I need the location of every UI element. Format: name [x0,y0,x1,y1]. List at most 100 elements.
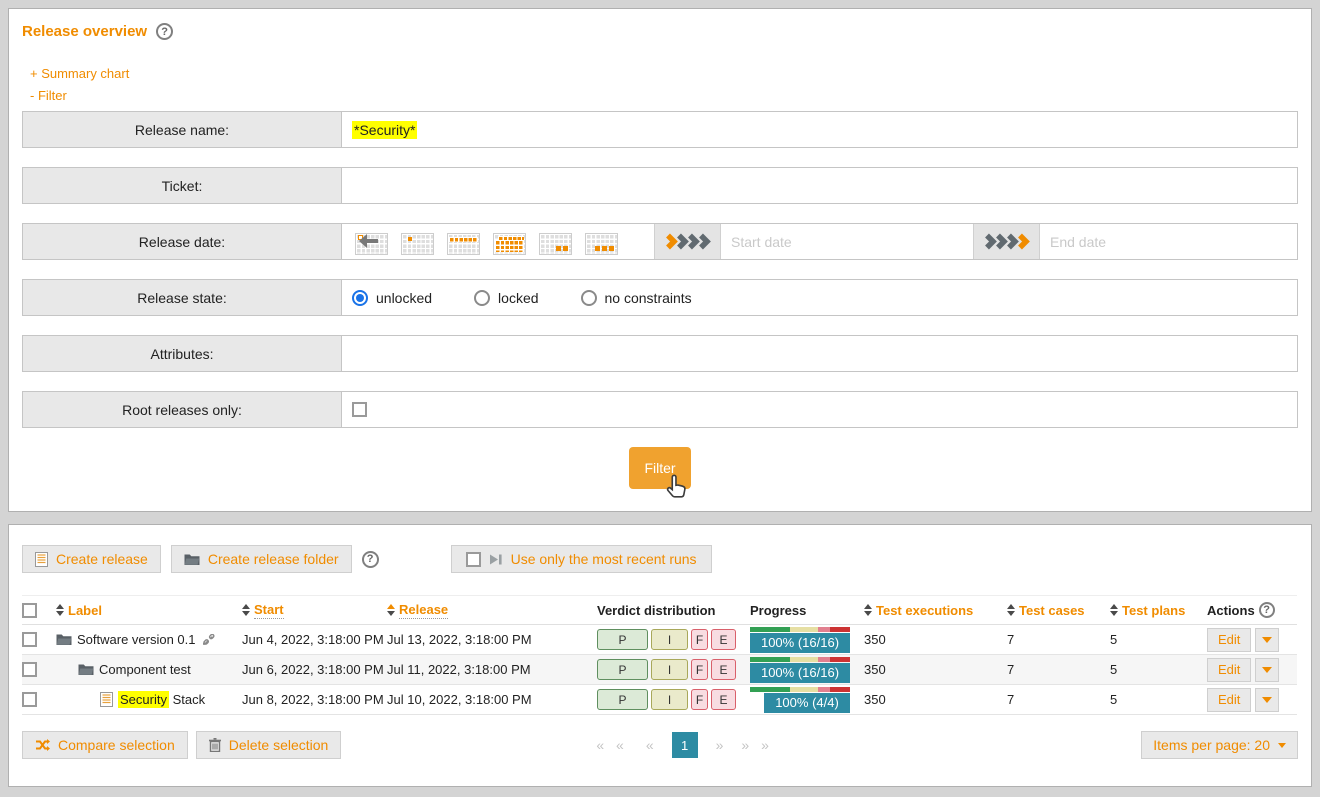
use-recent-runs-checkbox[interactable] [466,552,481,567]
sort-icon-active[interactable] [387,604,395,616]
verdict-error-button[interactable]: E [711,629,736,650]
edit-dropdown-button[interactable] [1255,688,1279,712]
create-release-label: Create release [56,551,148,567]
calendar-week-icon[interactable] [447,229,480,255]
column-header-executions[interactable]: Test executions [864,603,1007,618]
calendar-quarter-icon[interactable] [539,229,572,255]
pagination-current-page[interactable]: 1 [672,732,698,758]
verdict-failed-button[interactable]: F [691,629,708,650]
radio-unlocked[interactable]: unlocked [352,290,432,306]
select-all-checkbox[interactable] [22,603,37,618]
attributes-input[interactable] [342,336,1297,371]
root-releases-checkbox[interactable] [352,402,367,417]
toolbar-help-icon[interactable]: ? [362,551,379,568]
end-date-apply-button[interactable] [974,224,1040,259]
edit-button[interactable]: Edit [1207,628,1251,652]
create-release-folder-button[interactable]: Create release folder [171,545,352,573]
edit-dropdown-button[interactable] [1255,628,1279,652]
use-recent-runs-button[interactable]: Use only the most recent runs [451,545,712,573]
filter-panel: Release overview ? + Summary chart - Fil… [8,8,1312,512]
executions-cell: 350 [864,662,1007,677]
folder-icon [78,663,94,676]
verdict-failed-button[interactable]: F [691,659,708,680]
pagination-first-button[interactable]: « « [596,737,627,753]
row-checkbox[interactable] [22,662,37,677]
trash-icon [209,738,221,752]
filter-toggle[interactable]: - Filter [30,88,67,103]
verdict-error-button[interactable]: E [711,689,736,710]
use-recent-runs-label: Use only the most recent runs [511,551,697,567]
actions-help-icon[interactable]: ? [1259,602,1275,618]
chevrons-right-end-icon [984,233,1030,250]
sort-icon[interactable] [1110,604,1118,616]
release-table-panel: Create release Create release folder ? U… [8,524,1312,787]
items-per-page-button[interactable]: Items per page: 20 [1141,731,1298,759]
radio-locked-icon[interactable] [474,290,490,306]
verdict-strip [750,687,850,692]
cases-cell: 7 [1007,692,1110,707]
column-header-verdict: Verdict distribution [597,603,715,618]
sort-icon[interactable] [1007,604,1015,616]
column-header-cases[interactable]: Test cases [1007,603,1110,618]
column-header-plans[interactable]: Test plans [1110,603,1207,618]
compare-selection-button[interactable]: Compare selection [22,731,188,759]
document-icon [35,552,48,567]
progress-cell: 100% (4/4) [750,687,850,713]
sort-icon[interactable] [242,604,250,616]
calendar-back-icon[interactable] [355,229,388,255]
sort-icon[interactable] [864,604,872,616]
pagination-next-button[interactable]: » [716,737,724,753]
start-date-cell: Jun 4, 2022, 3:18:00 PM [242,632,387,647]
filter-row-release-name: Release name: *Security* [22,111,1298,148]
release-link[interactable]: Software version 0.1 [77,632,196,647]
table-row: Component test Jun 6, 2022, 3:18:00 PM J… [22,655,1297,685]
skip-to-end-icon [489,553,503,566]
start-date-input[interactable] [721,224,973,259]
verdict-inconclusive-button[interactable]: I [651,629,688,650]
start-date-apply-button[interactable] [655,224,721,259]
sort-icon[interactable] [56,604,64,616]
start-date-cell: Jun 6, 2022, 3:18:00 PM [242,662,387,677]
radio-unlocked-icon[interactable] [352,290,368,306]
release-link[interactable]: Security Stack [118,692,205,707]
plans-cell: 5 [1110,662,1207,677]
release-name-field[interactable]: *Security* [342,112,1297,147]
delete-selection-button[interactable]: Delete selection [196,731,342,759]
column-header-label[interactable]: Label [56,603,102,618]
column-header-release[interactable]: Release [387,602,597,619]
row-checkbox[interactable] [22,632,37,647]
calendar-half-year-icon[interactable] [585,229,618,255]
verdict-inconclusive-button[interactable]: I [651,659,688,680]
edit-button[interactable]: Edit [1207,658,1251,682]
create-release-button[interactable]: Create release [22,545,161,573]
release-state-label: Release state: [23,280,342,315]
column-header-start[interactable]: Start [242,602,387,619]
pagination-last-button[interactable]: » » [741,737,772,753]
end-date-input[interactable] [1040,224,1297,259]
cases-cell: 7 [1007,632,1110,647]
calendar-day-icon[interactable] [401,229,434,255]
verdict-passed-button[interactable]: P [597,659,648,680]
verdict-failed-button[interactable]: F [691,689,708,710]
edit-button[interactable]: Edit [1207,688,1251,712]
radio-no-constraints-icon[interactable] [581,290,597,306]
radio-locked[interactable]: locked [474,290,538,306]
radio-no-constraints[interactable]: no constraints [581,290,692,306]
table-row: Security Stack Jun 8, 2022, 3:18:00 PM J… [22,685,1297,715]
pagination-prev-button[interactable]: « [646,737,654,753]
summary-chart-toggle[interactable]: + Summary chart [30,66,129,81]
chevron-down-icon [1262,637,1272,643]
release-date-label: Release date: [23,224,342,259]
release-link[interactable]: Component test [99,662,191,677]
ticket-input[interactable] [342,168,1297,203]
verdict-passed-button[interactable]: P [597,629,648,650]
verdict-passed-button[interactable]: P [597,689,648,710]
verdict-error-button[interactable]: E [711,659,736,680]
row-checkbox[interactable] [22,692,37,707]
filter-row-release-state: Release state: unlocked locked no constr… [22,279,1298,316]
edit-dropdown-button[interactable] [1255,658,1279,682]
verdict-inconclusive-button[interactable]: I [651,689,688,710]
help-icon[interactable]: ? [156,23,173,40]
release-date-cell: Jul 11, 2022, 3:18:00 PM [387,662,597,677]
calendar-month-icon[interactable] [493,229,526,255]
